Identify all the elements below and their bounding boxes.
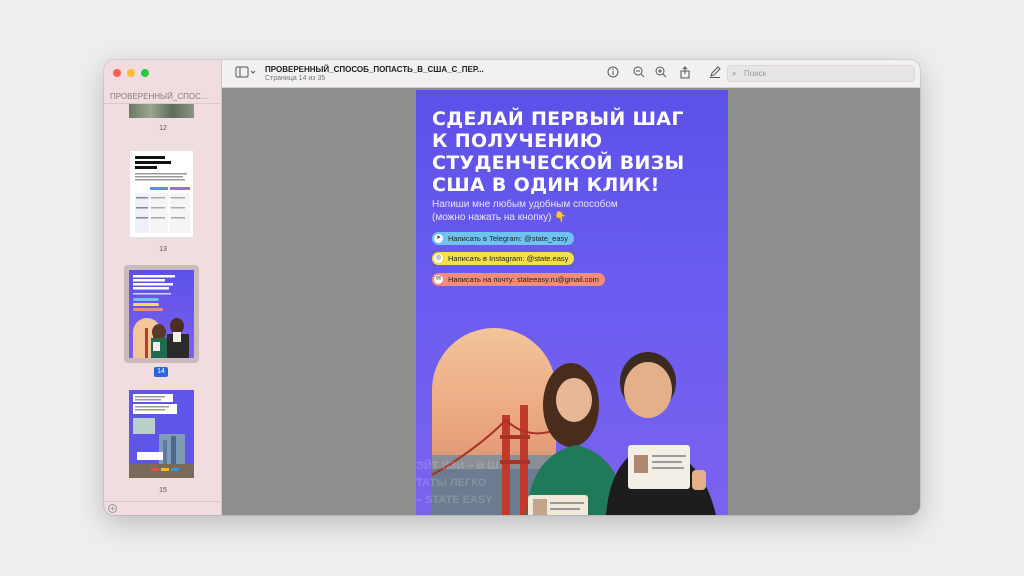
headline-line: СТУДЕНЧЕСКОЙ ВИЗЫ (432, 152, 685, 174)
pdf-page: СДЕЛАЙ ПЕРВЫЙ ШАГ К ПОЛУЧЕНИЮ СТУДЕНЧЕСК… (416, 90, 728, 515)
page-indicator: Страница 14 из 35 (265, 75, 326, 82)
subtext-line: (можно нажать на кнопку) 👇 (432, 212, 567, 223)
page-headline: СДЕЛАЙ ПЕРВЫЙ ШАГ К ПОЛУЧЕНИЮ СТУДЕНЧЕСК… (432, 108, 685, 196)
close-window-button[interactable] (113, 69, 121, 77)
toolbar: ПРОВЕРЕННЫЙ_СПОСОБ_ПОПАСТЬ_В_США_С_ПЕР..… (222, 60, 920, 88)
page-subtext: Напиши мне любым удобным способом (можно… (432, 198, 618, 224)
sidebar-footer: + (104, 501, 222, 515)
thumbnail-page-12[interactable] (129, 104, 194, 118)
thumbnail-number: 13 (159, 246, 167, 253)
marquee-text: – STATE EASY (416, 494, 493, 506)
thumbnail-14-preview (133, 275, 189, 358)
zoom-out-icon[interactable] (632, 66, 646, 80)
thumbnail-sidebar: ПРОВЕРЕННЫЙ_СПОС... 12 13 14 15 + (104, 60, 222, 515)
info-icon[interactable] (606, 66, 620, 80)
zoom-window-button[interactable] (141, 69, 149, 77)
thumbnail-page-13[interactable] (129, 150, 194, 238)
search-icon: ⌕ (732, 69, 737, 78)
markup-pen-icon[interactable] (708, 66, 722, 80)
sidebar-title: ПРОВЕРЕННЫЙ_СПОС... (110, 92, 208, 101)
document-title: ПРОВЕРЕННЫЙ_СПОСОБ_ПОПАСТЬ_В_США_С_ПЕР..… (265, 65, 484, 74)
bridge-tower (502, 415, 510, 515)
man-face (624, 362, 672, 418)
thumbnail-number: 12 (159, 125, 167, 132)
subtext-line: Напиши мне любым удобным способом (432, 199, 618, 210)
couple-with-visas-photo (431, 328, 716, 515)
search-placeholder: Поиск (744, 69, 767, 78)
add-page-icon[interactable]: + (108, 504, 117, 513)
window-controls (113, 69, 149, 77)
headline-line: СДЕЛАЙ ПЕРВЫЙ ШАГ (432, 108, 684, 130)
thumbnail-number-selected: 14 (154, 367, 168, 377)
minimize-window-button[interactable] (127, 69, 135, 77)
headline-line: К ПОЛУЧЕНИЮ (432, 130, 603, 152)
preview-window: ПРОВЕРЕННЫЙ_СПОС... 12 13 14 15 + ПРОВЕР… (104, 60, 920, 515)
search-field[interactable]: ⌕ Поиск (727, 65, 915, 82)
woman-face (556, 378, 592, 422)
headline-line: США В ОДИН КЛИК! (432, 174, 660, 196)
thumbnail-page-15[interactable] (129, 390, 194, 478)
marquee-text: ТАТЫ ЛЕГКО (416, 477, 487, 489)
zoom-in-icon[interactable] (654, 66, 668, 80)
thumbnail-15-preview (129, 394, 194, 478)
document-view[interactable]: СДЕЛАЙ ПЕРВЫЙ ШАГ К ПОЛУЧЕНИЮ СТУДЕНЧЕСК… (222, 88, 920, 515)
share-icon[interactable] (678, 66, 692, 80)
thumbnail-number: 15 (159, 487, 167, 494)
thumbnail-page-14[interactable] (129, 270, 194, 358)
marquee-text: ЭЙТ ИЗИ – В Ш (416, 460, 499, 472)
thumbnail-13-preview (135, 156, 190, 233)
sidebar-toggle-icon[interactable] (234, 66, 258, 80)
